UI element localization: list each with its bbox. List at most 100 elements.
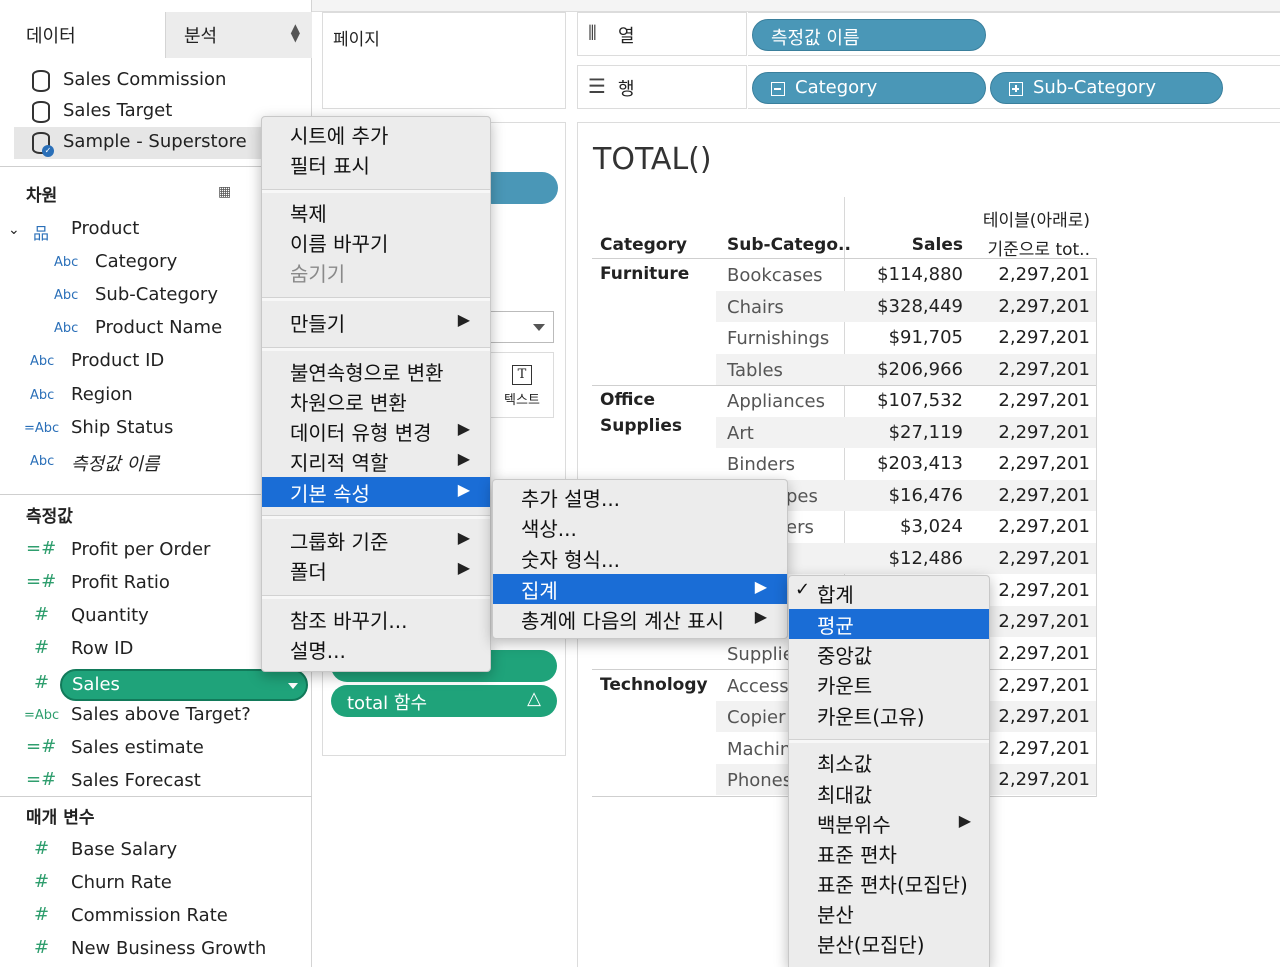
menu-item-sum[interactable]: ✓ 합계 [789, 578, 989, 608]
table-cell-total[interactable]: 2,297,201 [966, 259, 1090, 290]
menu-item-show-filter[interactable]: 필터 표시 [262, 149, 490, 179]
header-total-line1[interactable]: 테이블(아래로) [966, 206, 1090, 231]
menu-item-default-properties[interactable]: 기본 속성 ▶ [262, 477, 490, 507]
menu-item-aggregation[interactable]: 집계 ▶ [493, 574, 787, 604]
table-cell-subcategory[interactable]: Chairs [727, 292, 784, 323]
table-cell-sales[interactable]: $107,532 [845, 385, 963, 416]
columns-pill-measure-names[interactable]: 측정값 이름 [752, 19, 986, 51]
table-cell-sales[interactable]: $91,705 [845, 322, 963, 353]
category-label[interactable]: Technology [600, 675, 708, 695]
expand-icon[interactable] [1009, 82, 1023, 96]
table-cell-subcategory[interactable]: Machin [727, 734, 791, 765]
table-cell-total[interactable]: 2,297,201 [966, 354, 1090, 385]
menu-item-create[interactable]: 만들기 ▶ [262, 307, 490, 337]
table-cell-sales[interactable]: $203,413 [845, 448, 963, 479]
text-mark-button[interactable]: T 텍스트 [490, 352, 554, 418]
header-sales[interactable]: Sales [845, 235, 963, 255]
menu-item-duplicate[interactable]: 복제 [262, 197, 490, 227]
table-cell-total[interactable]: 2,297,201 [966, 417, 1090, 448]
table-cell-total[interactable]: 2,297,201 [966, 385, 1090, 416]
menu-item-convert-dimension[interactable]: 차원으로 변환 [262, 386, 490, 416]
menu-item-change-data-type[interactable]: 데이터 유형 변경 ▶ [262, 416, 490, 446]
menu-item-maximum[interactable]: 최대값 [789, 778, 989, 808]
mark-type-dropdown[interactable] [490, 311, 554, 343]
table-cell-sales[interactable]: $12,486 [845, 543, 963, 574]
parameter-item[interactable]: # Base Salary [0, 835, 312, 868]
menu-item-variance-pop[interactable]: 분산(모집단) [789, 928, 989, 958]
field-item[interactable]: =# Sales estimate [0, 733, 312, 766]
mark-pill-total[interactable]: total 함수 △ [331, 685, 557, 717]
header-category[interactable]: Category [600, 235, 687, 255]
table-cell-sales[interactable]: $27,119 [845, 417, 963, 448]
menu-item-total-using[interactable]: 총계에 다음의 계산 표시 ▶ [493, 604, 787, 634]
menu-item-geographic-role[interactable]: 지리적 역할 ▶ [262, 446, 490, 476]
table-cell-subcategory[interactable]: Appliances [727, 386, 825, 417]
menu-item-number-format[interactable]: 숫자 형식... [493, 543, 787, 573]
table-cell-subcategory[interactable]: Copier [727, 702, 785, 733]
menu-item-describe[interactable]: 설명... [262, 634, 490, 664]
field-item[interactable]: =Abc Sales above Target? [0, 700, 312, 733]
field-item[interactable]: =# Sales Forecast [0, 766, 312, 799]
table-cell-subcategory[interactable]: Furnishings [727, 323, 829, 354]
menu-item-comment[interactable]: 추가 설명... [493, 482, 787, 512]
menu-item-minimum[interactable]: 최소값 [789, 747, 989, 777]
table-cell-subcategory[interactable]: ers [786, 512, 814, 543]
category-label[interactable]: Furniture [600, 264, 689, 284]
menu-item-label: 데이터 유형 변경 [290, 421, 432, 445]
menu-item-replace-references[interactable]: 참조 바꾸기... [262, 604, 490, 634]
menu-item-average[interactable]: 평균 [789, 609, 989, 639]
menu-item-hide[interactable]: 숨기기 [262, 257, 490, 287]
menu-item-add-to-sheet[interactable]: 시트에 추가 [262, 119, 490, 149]
field-item-sales-selected[interactable]: Sales [60, 669, 308, 701]
tab-data[interactable]: 데이터 [0, 12, 165, 58]
field-label: Region [71, 384, 133, 405]
category-label[interactable]: Supplies [600, 416, 682, 436]
table-cell-subcategory[interactable]: Access [727, 671, 789, 702]
pages-shelf[interactable]: 페이지 [322, 12, 566, 109]
table-cell-subcategory[interactable]: Binders [727, 449, 795, 480]
table-cell-subcategory[interactable]: Bookcases [727, 260, 823, 291]
table-cell-subcategory[interactable]: Phones [727, 765, 792, 796]
menu-item-percentile[interactable]: 백분위수 ▶ [789, 808, 989, 838]
menu-item-group-by[interactable]: 그룹화 기준 ▶ [262, 525, 490, 555]
table-cell-subcategory[interactable]: Supplie [727, 639, 794, 670]
menu-item-median[interactable]: 중앙값 [789, 639, 989, 669]
table-cell-sales[interactable]: $16,476 [845, 480, 963, 511]
menu-item-rename[interactable]: 이름 바꾸기 [262, 227, 490, 257]
table-cell-total[interactable]: 2,297,201 [966, 511, 1090, 542]
menu-item-folders[interactable]: 폴더 ▶ [262, 555, 490, 585]
table-cell-subcategory[interactable]: pes [786, 481, 818, 512]
rows-pill-category[interactable]: Category [752, 72, 986, 104]
table-cell-total[interactable]: 2,297,201 [966, 448, 1090, 479]
table-cell-total[interactable]: 2,297,201 [966, 480, 1090, 511]
rows-pill-subcategory[interactable]: Sub-Category [990, 72, 1223, 104]
header-total-line2[interactable]: 기준으로 tot.. [966, 235, 1090, 260]
menu-item-count-distinct[interactable]: 카운트(고유) [789, 700, 989, 730]
category-label[interactable]: Office [600, 390, 655, 410]
table-cell-sales[interactable]: $114,880 [845, 259, 963, 290]
dropdown-arrow-icon[interactable] [288, 683, 298, 689]
datasource-item[interactable]: Sales Commission [14, 65, 312, 97]
table-cell-sales[interactable]: $206,966 [845, 354, 963, 385]
list-view-icon[interactable]: ▦ [218, 184, 231, 200]
parameter-item[interactable]: # New Business Growth [0, 934, 312, 967]
menu-item-color[interactable]: 색상... [493, 512, 787, 542]
parameter-item[interactable]: # Commission Rate [0, 901, 312, 934]
parameter-item[interactable]: # Churn Rate [0, 868, 312, 901]
table-cell-subcategory[interactable]: Art [727, 418, 754, 449]
collapse-icon[interactable] [771, 82, 785, 96]
menu-item-convert-discrete[interactable]: 불연속형으로 변환 [262, 356, 490, 386]
table-cell-subcategory[interactable]: Tables [727, 355, 783, 386]
table-cell-total[interactable]: 2,297,201 [966, 291, 1090, 322]
table-cell-total[interactable]: 2,297,201 [966, 322, 1090, 353]
tab-analysis[interactable]: 분석 ▲ ▼ [165, 12, 312, 58]
table-cell-sales[interactable]: $3,024 [845, 511, 963, 542]
menu-item-count[interactable]: 카운트 [789, 669, 989, 699]
header-subcategory[interactable]: Sub-Catego.. [727, 235, 851, 255]
field-label: Row ID [71, 638, 134, 659]
menu-item-variance[interactable]: 분산 [789, 898, 989, 928]
menu-item-std-dev[interactable]: 표준 편차 [789, 838, 989, 868]
table-cell-total[interactable]: 2,297,201 [966, 543, 1090, 574]
menu-item-std-dev-pop[interactable]: 표준 편차(모집단) [789, 868, 989, 898]
table-cell-sales[interactable]: $328,449 [845, 291, 963, 322]
